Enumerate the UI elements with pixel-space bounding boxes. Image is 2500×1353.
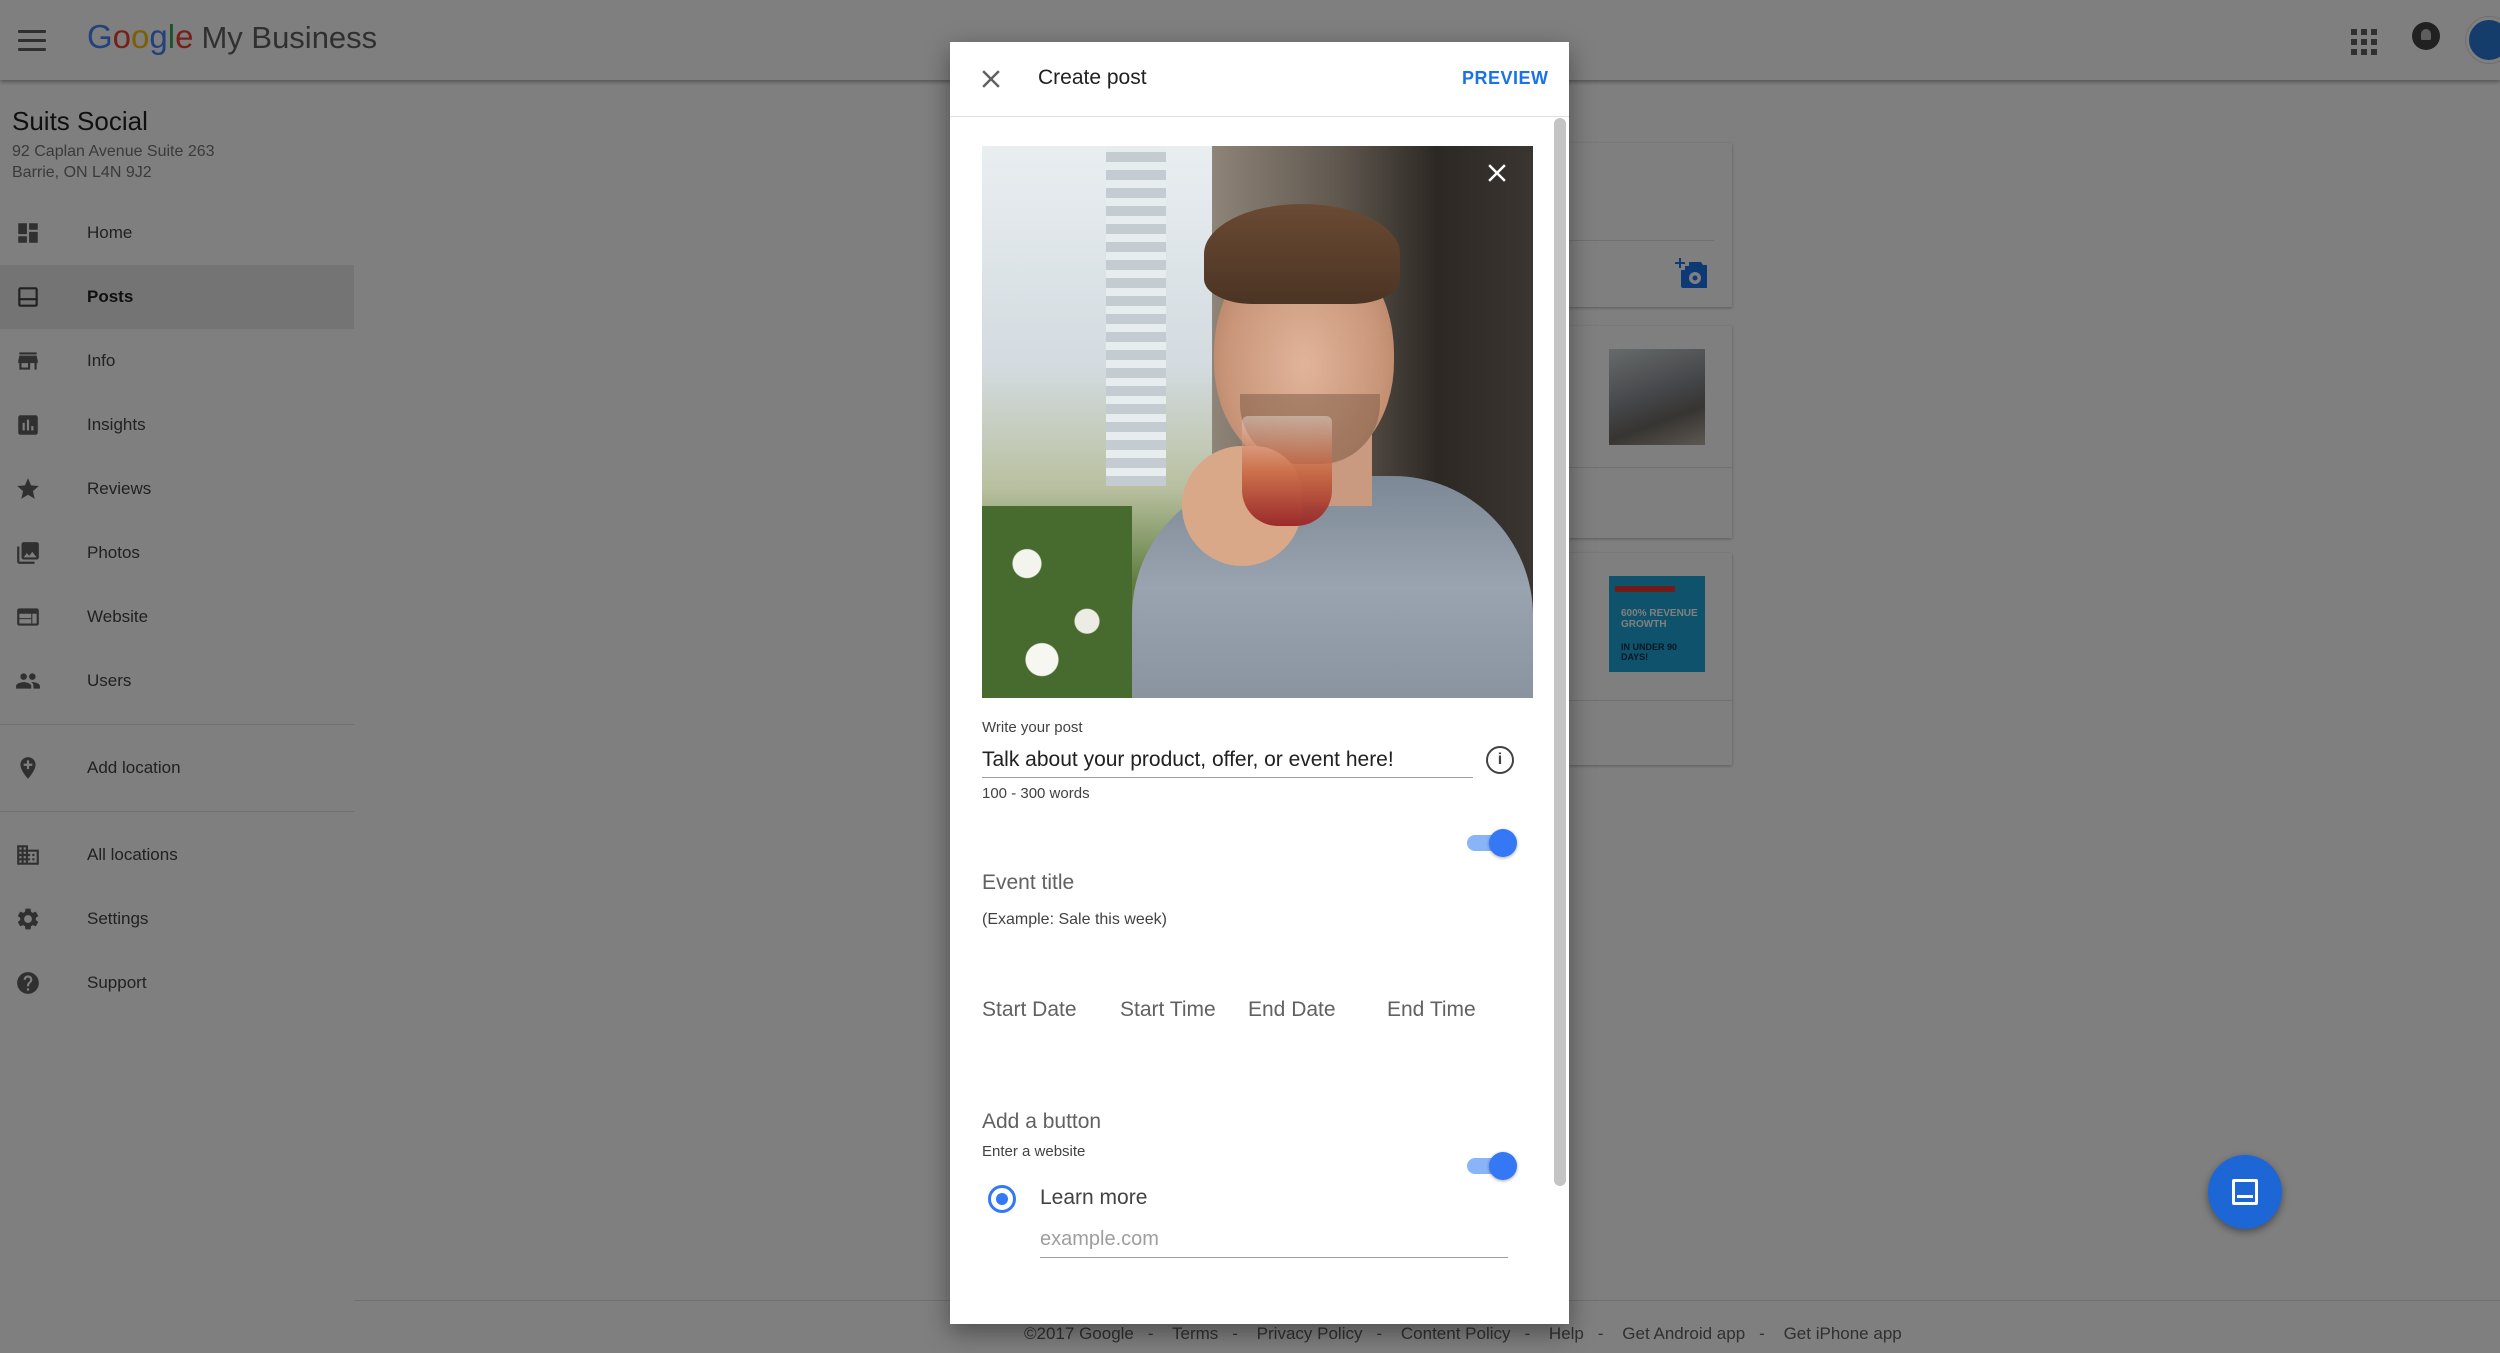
post-text-input[interactable] <box>982 742 1473 778</box>
preview-button[interactable]: PREVIEW <box>1462 68 1549 89</box>
write-post-label: Write your post <box>982 719 1083 736</box>
photo-hair <box>1204 204 1400 304</box>
photo-glass <box>1242 416 1332 526</box>
word-count-hint: 100 - 300 words <box>982 785 1090 802</box>
toggle-knob <box>1489 1152 1517 1180</box>
info-icon[interactable]: i <box>1486 746 1514 774</box>
close-icon[interactable] <box>976 64 1006 94</box>
start-date-field[interactable]: Start Date <box>982 998 1077 1022</box>
photo-building <box>1106 146 1166 486</box>
end-time-field[interactable]: End Time <box>1387 998 1476 1022</box>
event-toggle[interactable] <box>1465 828 1517 857</box>
dialog-scrollbar[interactable] <box>1554 118 1566 1186</box>
post-photo <box>982 146 1533 698</box>
end-date-field[interactable]: End Date <box>1248 998 1336 1022</box>
create-post-dialog: Create post PREVIEW Write your post i 10… <box>950 42 1569 1324</box>
start-time-field[interactable]: Start Time <box>1120 998 1216 1022</box>
learn-more-label[interactable]: Learn more <box>1040 1186 1147 1210</box>
add-button-label: Add a button <box>982 1110 1102 1133</box>
remove-photo-close-icon[interactable] <box>1482 158 1512 188</box>
dialog-header: Create post PREVIEW <box>950 42 1569 117</box>
add-button-toggle[interactable] <box>1465 1151 1517 1180</box>
post-icon <box>2232 1179 2258 1205</box>
website-url-input[interactable] <box>1040 1222 1508 1258</box>
event-title-label[interactable]: Event title <box>982 871 1074 895</box>
learn-more-radio[interactable] <box>988 1185 1016 1213</box>
dialog-title: Create post <box>1038 66 1147 89</box>
event-title-example: (Example: Sale this week) <box>982 911 1167 928</box>
toggle-knob <box>1489 829 1517 857</box>
enter-website-hint: Enter a website <box>982 1143 1086 1160</box>
create-post-fab[interactable] <box>2208 1155 2282 1229</box>
photo-flowers <box>982 506 1132 698</box>
